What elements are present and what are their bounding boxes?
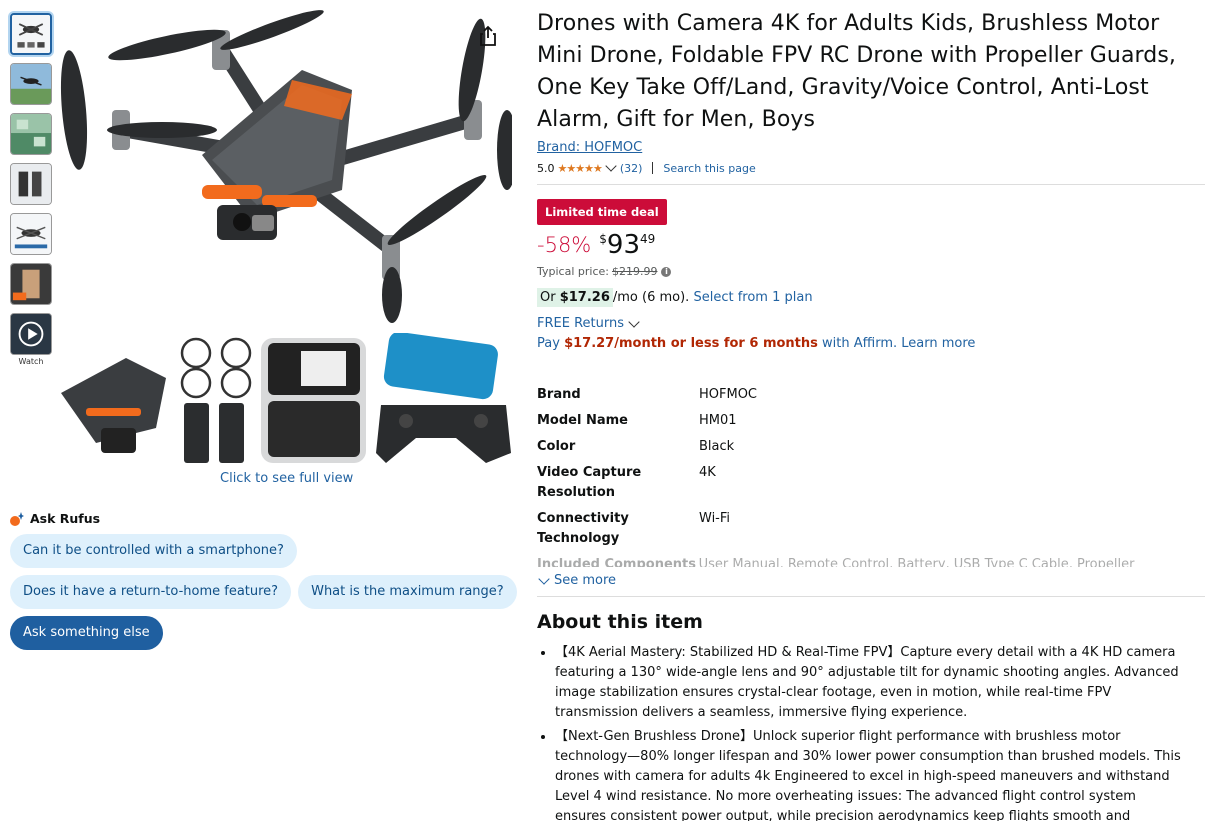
rating-row: 5.0 ★★★★★ (32) Search this page: [537, 160, 1205, 176]
spec-key: Video Capture Resolution: [537, 465, 642, 500]
typical-price-value: $219.99: [611, 265, 658, 278]
pay-amount: $17.27/month or less for 6 months: [564, 336, 818, 351]
spec-row: Brand HOFMOC: [537, 385, 1177, 405]
deal-badge: Limited time deal: [537, 199, 667, 225]
select-plan-link[interactable]: Select from 1 plan: [693, 290, 812, 305]
affirm-pay-row: Pay $17.27/month or less for 6 months wi…: [537, 336, 1205, 351]
spec-key: Model Name: [537, 413, 628, 428]
spec-value: HM01: [699, 413, 737, 428]
free-returns-label[interactable]: FREE Returns: [537, 316, 624, 331]
price-currency: $: [599, 232, 607, 246]
included-items-image[interactable]: [56, 331, 512, 469]
thumbnail-strip: Watch: [10, 13, 52, 366]
thumbnail-drone-hand[interactable]: [10, 263, 52, 305]
spec-value: Wi-Fi: [699, 511, 731, 526]
discount-percent: -58%: [537, 233, 592, 257]
chevron-down-icon[interactable]: [538, 572, 550, 585]
thumbnail-drone-flight[interactable]: [10, 63, 52, 105]
free-returns[interactable]: FREE Returns: [537, 315, 1205, 331]
spec-value: Black: [699, 439, 735, 454]
see-more-link[interactable]: See more: [537, 572, 1205, 588]
spec-row-faded: Included Components User Manual, Remote …: [537, 555, 1177, 567]
price-row: -58% $ 93 49: [537, 231, 1205, 263]
chevron-down-icon[interactable]: [605, 160, 617, 172]
spec-value: User Manual, Remote Control, Battery, US…: [698, 557, 1135, 567]
search-page-link[interactable]: Search this page: [663, 162, 755, 175]
full-view-link[interactable]: Click to see full view: [220, 471, 353, 486]
thumbnail-video[interactable]: [10, 313, 52, 355]
product-title: Drones with Camera 4K for Adults Kids, B…: [537, 11, 1177, 132]
spec-row: Color Black: [537, 437, 1177, 457]
affirm-amount: $17.26: [559, 290, 610, 305]
pay-prefix: Pay: [537, 336, 565, 351]
spec-key: Brand: [537, 387, 581, 402]
ask-rufus-section: Ask Rufus Can it be controlled with a sm…: [10, 511, 517, 657]
spec-row: Connectivity Technology Wi-Fi: [537, 509, 1177, 549]
ask-something-else-button[interactable]: Ask something else: [10, 616, 163, 650]
thumbnail-drone-main[interactable]: [10, 13, 52, 55]
divider: [537, 184, 1205, 185]
spec-key: Included Components: [537, 557, 696, 567]
typical-price: Typical price: $219.99 i: [537, 265, 1205, 278]
spec-row: Model Name HM01: [537, 411, 1177, 431]
affirm-prefix: Or: [540, 290, 560, 305]
rufus-logo-icon: [10, 511, 24, 526]
price: $ 93 49: [599, 231, 655, 259]
divider: [652, 162, 654, 174]
see-more-label[interactable]: See more: [554, 573, 616, 588]
star-rating-icon[interactable]: ★★★★★: [558, 162, 603, 175]
rufus-header: Ask Rufus: [10, 511, 510, 526]
info-icon[interactable]: i: [661, 266, 672, 277]
spec-value: 4K: [699, 465, 716, 480]
rufus-question-max-range[interactable]: What is the maximum range?: [298, 575, 517, 609]
review-count-link[interactable]: (32): [620, 162, 643, 175]
about-bullet: 【4K Aerial Mastery: Stabilized HD & Real…: [555, 643, 1187, 723]
main-product-image[interactable]: [52, 10, 517, 330]
price-whole: 93: [606, 230, 640, 260]
share-icon[interactable]: [478, 25, 498, 47]
affirm-row: Or $17.26 /mo (6 mo). Select from 1 plan: [537, 288, 1205, 307]
about-bullets: 【4K Aerial Mastery: Stabilized HD & Real…: [537, 643, 1187, 821]
rufus-title: Ask Rufus: [30, 511, 101, 526]
typical-price-label: Typical price:: [537, 265, 609, 278]
spec-key: Connectivity Technology: [537, 511, 629, 546]
spec-row: Video Capture Resolution 4K: [537, 463, 1177, 503]
product-details: Drones with Camera 4K for Adults Kids, B…: [537, 8, 1205, 821]
brand-link[interactable]: Brand: HOFMOC: [537, 140, 1205, 155]
pay-suffix: with Affirm.: [817, 336, 898, 351]
watch-label: Watch: [18, 357, 44, 366]
about-title: About this item: [537, 611, 703, 633]
affirm-term: /mo (6 mo).: [612, 290, 690, 305]
learn-more-link[interactable]: Learn more: [901, 336, 975, 351]
rufus-question-return-home[interactable]: Does it have a return-to-home feature?: [10, 575, 292, 609]
rating-value: 5.0: [537, 161, 555, 175]
spec-key: Color: [537, 439, 576, 454]
spec-table: Brand HOFMOC Model Name HM01 Color Black…: [537, 385, 1177, 567]
thumbnail-drone-features[interactable]: [10, 213, 52, 255]
spec-value: HOFMOC: [699, 387, 758, 402]
affirm-chip: Or $17.26: [537, 288, 613, 307]
thumbnail-drone-battery[interactable]: [10, 163, 52, 205]
thumbnail-drone-outdoor[interactable]: [10, 113, 52, 155]
rufus-question-smartphone[interactable]: Can it be controlled with a smartphone?: [10, 534, 297, 568]
about-bullet: 【Next-Gen Brushless Drone】Unlock superio…: [555, 727, 1187, 821]
divider: [537, 596, 1205, 597]
chevron-down-icon[interactable]: [628, 315, 640, 328]
price-fraction: 49: [640, 232, 656, 246]
